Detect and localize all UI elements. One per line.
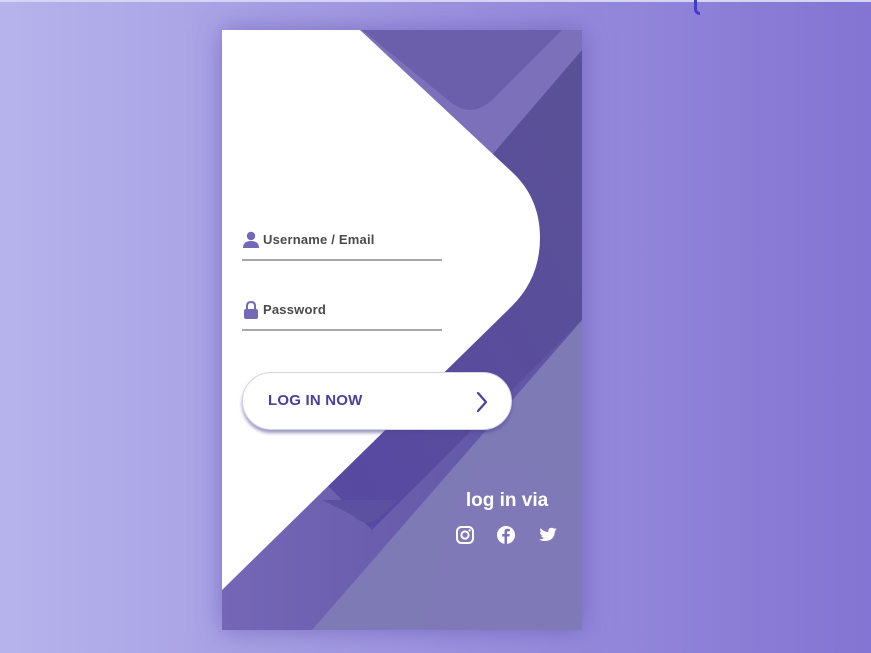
decorative-mark [694, 0, 700, 15]
instagram-icon[interactable] [455, 525, 475, 545]
chevron-right-icon [476, 391, 488, 413]
twitter-icon[interactable] [538, 525, 558, 545]
login-button-label: LOG IN NOW [268, 392, 363, 409]
username-field[interactable]: Username / Email [242, 229, 442, 261]
top-edge-line [0, 0, 871, 2]
lock-icon [244, 301, 258, 319]
username-label: Username / Email [263, 232, 375, 247]
password-field[interactable]: Password [242, 299, 442, 331]
user-icon [243, 231, 259, 248]
login-via-heading: log in via [465, 490, 549, 511]
password-label: Password [263, 302, 327, 317]
login-card: Username / Email Password LOG IN NOW log… [222, 30, 582, 630]
login-button[interactable]: LOG IN NOW [242, 372, 512, 430]
facebook-icon[interactable] [496, 525, 516, 545]
